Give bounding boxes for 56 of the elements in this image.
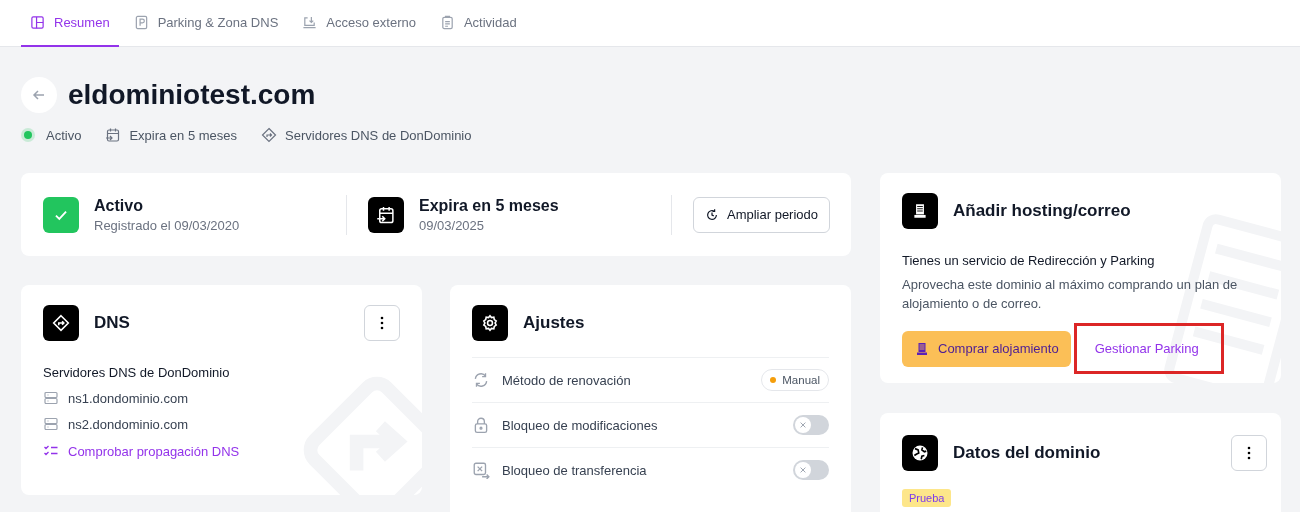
- building-icon: [914, 340, 930, 357]
- hosting-heading: Tienes un servicio de Redirección y Parking: [902, 253, 1156, 268]
- status-text: Activo: [46, 127, 82, 143]
- card-title: Ajustes: [523, 313, 586, 333]
- lock-icon: [472, 416, 490, 434]
- registered-date: Registrado el 09/03/2020: [94, 217, 240, 233]
- server-icon: [43, 390, 59, 406]
- more-button[interactable]: [364, 305, 400, 341]
- refresh-icon: [472, 371, 490, 389]
- toggle-switch[interactable]: [793, 460, 829, 480]
- manage-parking-link[interactable]: Gestionar Parking: [1073, 323, 1224, 374]
- renew-icon: [704, 207, 719, 222]
- dns-subtitle: Servidores DNS de DonDominio: [43, 365, 231, 380]
- server-name: ns1.dondominio.com: [68, 390, 188, 406]
- parking-icon: [133, 15, 149, 30]
- more-icon: [1247, 446, 1251, 460]
- expiry-title: Expira en 5 meses: [419, 196, 559, 215]
- buy-hosting-button[interactable]: Comprar alojamiento: [902, 330, 1071, 367]
- back-button[interactable]: [21, 77, 57, 113]
- hosting-text: Aprovecha este dominio al máximo comprando un plan de alojamiento o de correo.: [902, 276, 1239, 313]
- tag: Prueba: [902, 489, 952, 507]
- clipboard-icon: [439, 15, 455, 30]
- calendar-icon: [105, 127, 122, 143]
- tab[interactable]: Actividad: [430, 0, 526, 47]
- close-icon: [799, 466, 807, 474]
- building-icon: [902, 193, 938, 229]
- card-title: Añadir hosting/correo: [953, 201, 1132, 221]
- card-title: DNS: [94, 313, 131, 333]
- download-icon: [302, 15, 318, 30]
- close-icon: [799, 421, 807, 429]
- globe-icon: [902, 435, 938, 471]
- server-icon: [43, 416, 59, 432]
- server-name: ns2.dondominio.com: [68, 416, 188, 432]
- tab[interactable]: Resumen: [21, 0, 119, 47]
- more-button[interactable]: [1231, 435, 1267, 471]
- diamond-arrow-icon: [261, 127, 278, 143]
- toggle-switch[interactable]: [793, 415, 829, 435]
- extend-period-button[interactable]: Ampliar periodo: [692, 196, 830, 233]
- domain-title: eldominiotest.com: [68, 79, 316, 111]
- gear-icon: [472, 305, 508, 341]
- check-icon: [43, 196, 79, 233]
- more-icon: [380, 316, 384, 330]
- status-dot: [24, 131, 32, 139]
- calendar-icon: [368, 196, 404, 233]
- tab[interactable]: Parking & Zona DNS: [124, 0, 288, 47]
- layout-icon: [30, 15, 45, 30]
- expiry-date: 09/03/2025: [419, 217, 486, 233]
- tab[interactable]: Acceso externo: [293, 0, 425, 47]
- check-propagation-link[interactable]: Comprobar propagación DNS: [43, 443, 240, 459]
- status-title: Activo: [94, 196, 144, 215]
- expiry-text: Expira en 5 meses: [129, 127, 238, 143]
- dns-text: Servidores DNS de DonDominio: [285, 127, 472, 143]
- setting-label: Bloqueo de modificaciones: [502, 417, 659, 433]
- setting-label: Método de renovación: [502, 372, 632, 388]
- setting-label: Bloqueo de transferencia: [502, 462, 648, 478]
- card-title: Datos del dominio: [953, 443, 1102, 463]
